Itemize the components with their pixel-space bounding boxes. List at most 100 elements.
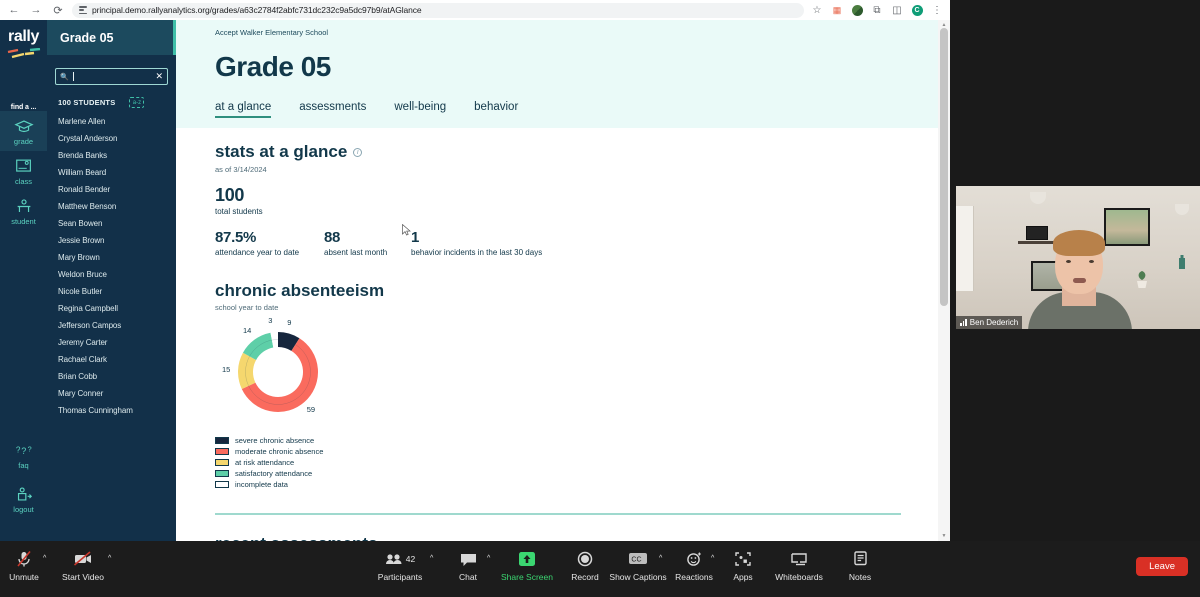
list-item[interactable]: Mary Conner (47, 385, 176, 402)
content-hero: Accept Walker Elementary School Grade 05… (176, 20, 938, 128)
start-video-button[interactable]: Start Video (60, 549, 106, 582)
back-icon[interactable]: ← (6, 2, 22, 18)
list-item[interactable]: Crystal Anderson (47, 130, 176, 147)
show-captions-button[interactable]: CC Show Captions (608, 549, 668, 582)
donut-slice (242, 332, 274, 361)
participants-caret-icon[interactable]: ^ (430, 555, 433, 562)
list-item[interactable]: Thomas Cunningham (47, 402, 176, 419)
bottle-prop (1179, 255, 1185, 269)
stats-title-row: stats at a glance i (215, 142, 938, 162)
list-item[interactable]: Matthew Benson (47, 198, 176, 215)
breadcrumb[interactable]: Accept Walker Elementary School (215, 28, 938, 37)
graduation-cap-icon (13, 120, 34, 133)
participants-button[interactable]: 42 Participants (373, 549, 427, 582)
list-item[interactable]: Mary Brown (47, 249, 176, 266)
chat-button[interactable]: Chat (453, 549, 483, 582)
tab-at-a-glance[interactable]: at a glance (215, 101, 272, 118)
list-item[interactable]: Weldon Bruce (47, 266, 176, 283)
donut-slice-value: 9 (287, 318, 292, 328)
legend-item: satisfactory attendance (215, 469, 938, 478)
side-panel-icon[interactable]: ◫ (890, 3, 904, 17)
whiteboards-button[interactable]: Whiteboards (768, 549, 830, 582)
apps-button[interactable]: Apps (727, 549, 759, 582)
address-bar[interactable]: principal.demo.rallyanalytics.org/grades… (72, 2, 804, 18)
list-item[interactable]: Brenda Banks (47, 147, 176, 164)
list-item[interactable]: Jefferson Campos (47, 317, 176, 334)
tab-assessments[interactable]: assessments (299, 101, 366, 118)
sidebar-item-grade[interactable]: grade (0, 111, 47, 151)
unmute-button[interactable]: Unmute (9, 549, 39, 582)
list-item[interactable]: William Beard (47, 164, 176, 181)
reactions-caret-icon[interactable]: ^ (711, 555, 714, 562)
search-input[interactable]: 🔍 ✕ (55, 68, 168, 85)
unmute-caret-icon[interactable]: ^ (43, 555, 46, 562)
reload-icon[interactable]: ⟳ (50, 2, 66, 18)
reactions-smiley-icon (686, 549, 703, 569)
list-item[interactable]: Ronald Bender (47, 181, 176, 198)
clear-search-icon[interactable]: ✕ (155, 72, 163, 81)
donut-slice-value: 3 (268, 316, 273, 326)
tab-well-being[interactable]: well-being (394, 101, 446, 118)
list-item[interactable]: Nicole Butler (47, 283, 176, 300)
list-item[interactable]: Jessie Brown (47, 232, 176, 249)
legend-swatch (215, 470, 229, 477)
whiteboard-icon (790, 549, 808, 569)
participants-icon: 42 (385, 549, 415, 569)
student-list[interactable]: Marlene Allen Crystal Anderson Brenda Bank… (47, 113, 176, 419)
list-item[interactable]: Rachael Clark (47, 351, 176, 368)
list-item[interactable]: Marlene Allen (47, 113, 176, 130)
stat-row: 87.5% attendance year to date 88 absent … (215, 229, 938, 257)
chat-caret-icon[interactable]: ^ (487, 555, 490, 562)
info-icon[interactable]: i (353, 147, 363, 157)
sidebar-item-class[interactable]: class (0, 151, 47, 191)
leave-button[interactable]: Leave (1136, 557, 1188, 576)
bookmark-star-icon[interactable]: ☆ (810, 3, 824, 17)
browser-menu-icon[interactable]: ⋮ (930, 3, 944, 17)
account-avatar[interactable]: C (910, 3, 924, 17)
closed-captions-icon: CC (628, 549, 648, 569)
share-screen-button[interactable]: Share Screen (497, 549, 557, 582)
reactions-button[interactable]: Reactions (670, 549, 718, 582)
sidebar-item-logout[interactable]: logout (0, 479, 47, 519)
profile-avatar-icon[interactable] (850, 3, 864, 17)
browser-chrome: ← → ⟳ principal.demo.rallyanalytics.org/… (0, 0, 950, 20)
signal-bars-icon (960, 319, 967, 326)
page-title: Grade 05 (215, 51, 331, 82)
list-item[interactable]: Sean Bowen (47, 215, 176, 232)
video-participant-tile[interactable]: Ben Dederich (956, 186, 1200, 329)
list-item[interactable]: Regina Campbell (47, 300, 176, 317)
student-count-label: 100 STUDENTS (58, 98, 116, 107)
tab-behavior[interactable]: behavior (474, 101, 518, 118)
page-scrollbar[interactable]: ▲ ▼ (938, 20, 950, 541)
sort-alphabetical-icon[interactable]: a-z (129, 97, 145, 108)
list-item[interactable]: Jeremy Carter (47, 334, 176, 351)
recent-assessments-title: recent assessments (215, 534, 378, 541)
share-screen-label: Share Screen (501, 572, 553, 582)
svg-text:CC: CC (631, 556, 641, 563)
search-icon: 🔍 (60, 73, 69, 81)
scroll-down-arrow[interactable]: ▼ (941, 533, 947, 539)
chronic-absenteeism-subtitle: school year to date (215, 303, 279, 312)
sidebar-item-student[interactable]: student (0, 191, 47, 231)
whiteboard-prop (956, 206, 974, 291)
unmute-label: Unmute (9, 572, 39, 582)
share-screen-icon (518, 549, 536, 569)
tab-bar: at a glance assessments well-being behav… (215, 101, 938, 128)
notes-button[interactable]: Notes (841, 549, 879, 582)
list-item[interactable]: Brian Cobb (47, 368, 176, 385)
microphone-muted-icon (16, 549, 32, 569)
start-video-caret-icon[interactable]: ^ (108, 555, 111, 562)
record-label: Record (571, 572, 599, 582)
extension-icon[interactable]: ▦ (830, 3, 844, 17)
site-settings-icon[interactable] (79, 6, 87, 14)
legend-label: satisfactory attendance (235, 469, 313, 478)
captions-caret-icon[interactable]: ^ (659, 555, 662, 562)
grade-panel-title: Grade 05 (60, 30, 114, 45)
sidebar-item-faq[interactable]: ? ? ? faq (0, 435, 47, 475)
record-button[interactable]: Record (565, 549, 605, 582)
forward-icon[interactable]: → (28, 2, 44, 18)
grade-panel-header: Grade 05 (47, 20, 176, 55)
svg-text:?: ? (27, 444, 31, 453)
scrollbar-thumb[interactable] (940, 28, 948, 306)
share-tab-icon[interactable]: ⧉ (870, 3, 884, 17)
